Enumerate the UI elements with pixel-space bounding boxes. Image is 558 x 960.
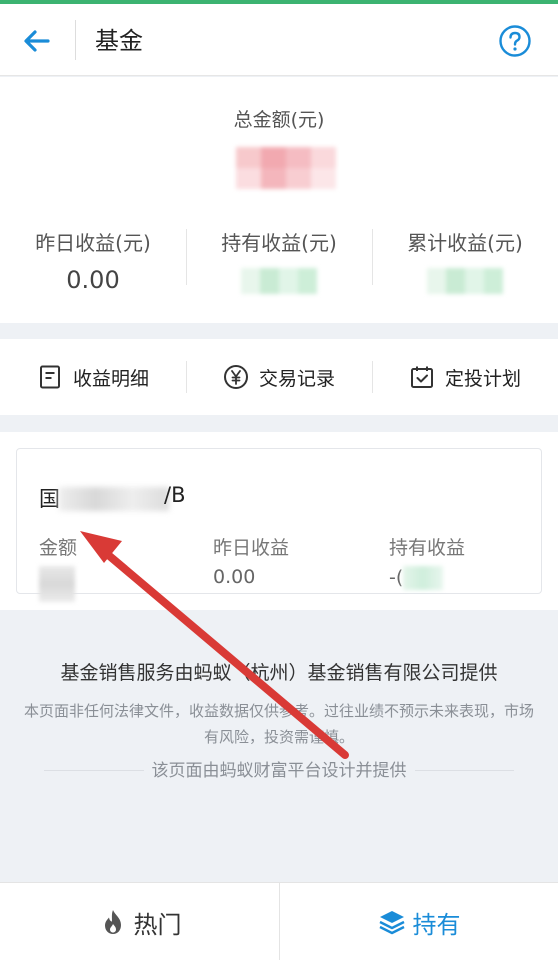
yen-circle-icon xyxy=(223,365,248,389)
fund-yesterday-label: 昨日收益 xyxy=(213,537,290,559)
back-button[interactable] xyxy=(20,24,54,58)
header-divider xyxy=(75,20,76,60)
stat-holding-value-redacted xyxy=(241,268,317,294)
fund-yesterday: 昨日收益 0.00 xyxy=(213,533,289,590)
stat-cumulative-value-redacted xyxy=(427,268,503,294)
fund-name-prefix: 国 xyxy=(39,487,60,511)
stat-yesterday[interactable]: 昨日收益(元) 0.00 xyxy=(0,227,186,294)
page-title: 基金 xyxy=(95,27,143,55)
help-button[interactable] xyxy=(498,24,532,58)
footer-info: 基金销售服务由蚂蚁（杭州）基金销售有限公司提供 本页面非任何法律文件，收益数据仅… xyxy=(0,610,558,882)
fund-amount: 金额 xyxy=(39,533,78,602)
document-icon xyxy=(39,365,60,389)
menu-income-detail-label: 收益明细 xyxy=(72,367,149,390)
fund-card[interactable]: 国 /B 金额 昨日收益 0.00 持有收益 -( xyxy=(16,448,542,602)
asset-summary: 总金额(元) 昨日收益(元) 0.00 持有收益(元) 累计收益(元) xyxy=(0,77,558,323)
menu-transaction-record-label: 交易记录 xyxy=(258,367,335,390)
tab-holding-label: 持有 xyxy=(412,910,461,939)
fund-name-redacted xyxy=(59,487,169,511)
arrow-left-icon xyxy=(24,30,50,52)
function-menu: 收益明细 交易记录 定投计划 xyxy=(0,339,558,415)
fund-yesterday-value: 0.00 xyxy=(213,566,256,588)
bottom-tab-bar: 热门 持有 xyxy=(0,882,558,960)
header-bar: 基金 xyxy=(0,4,558,76)
fund-amount-value-redacted xyxy=(39,566,75,602)
platform-row: 该页面由蚂蚁财富平台设计并提供 xyxy=(44,756,514,786)
menu-transaction-record[interactable]: 交易记录 xyxy=(186,339,372,415)
platform-text: 该页面由蚂蚁财富平台设计并提供 xyxy=(143,761,415,781)
fund-holding: 持有收益 -( xyxy=(389,533,465,590)
tab-hot-label: 热门 xyxy=(133,910,182,939)
layers-icon xyxy=(378,911,405,935)
stat-holding[interactable]: 持有收益(元) xyxy=(186,227,372,294)
total-amount-value-redacted xyxy=(236,147,336,189)
flame-icon xyxy=(104,910,121,934)
total-amount-label: 总金额(元) xyxy=(233,109,325,131)
stat-yesterday-value: 0.00 xyxy=(66,266,120,294)
tab-hot[interactable]: 热门 xyxy=(0,883,279,960)
fund-amount-label: 金额 xyxy=(39,537,78,559)
fund-name-suffix: /B xyxy=(164,483,186,507)
menu-auto-invest-plan[interactable]: 定投计划 xyxy=(372,339,558,415)
disclaimer-text: 本页面非任何法律文件，收益数据仅供参考。过往业绩不预示未来表现，市场有风险，投资… xyxy=(24,702,535,746)
menu-income-detail[interactable]: 收益明细 xyxy=(0,339,186,415)
calendar-check-icon xyxy=(410,366,433,388)
stat-cumulative[interactable]: 累计收益(元) xyxy=(372,227,558,294)
fund-holding-value: -( xyxy=(389,566,404,589)
question-circle-icon xyxy=(499,25,531,57)
stat-holding-label: 持有收益(元) xyxy=(221,231,337,255)
menu-auto-invest-plan-label: 定投计划 xyxy=(444,367,521,390)
fund-holding-value-redacted xyxy=(403,566,444,590)
fund-section: 国 /B 金额 昨日收益 0.00 持有收益 -( xyxy=(0,432,558,610)
tab-holding[interactable]: 持有 xyxy=(279,883,558,960)
fund-holding-label: 持有收益 xyxy=(389,537,466,559)
stat-yesterday-label: 昨日收益(元) xyxy=(35,231,151,255)
stat-cumulative-label: 累计收益(元) xyxy=(407,231,523,255)
sales-provider-text: 基金销售服务由蚂蚁（杭州）基金销售有限公司提供 xyxy=(60,662,498,684)
